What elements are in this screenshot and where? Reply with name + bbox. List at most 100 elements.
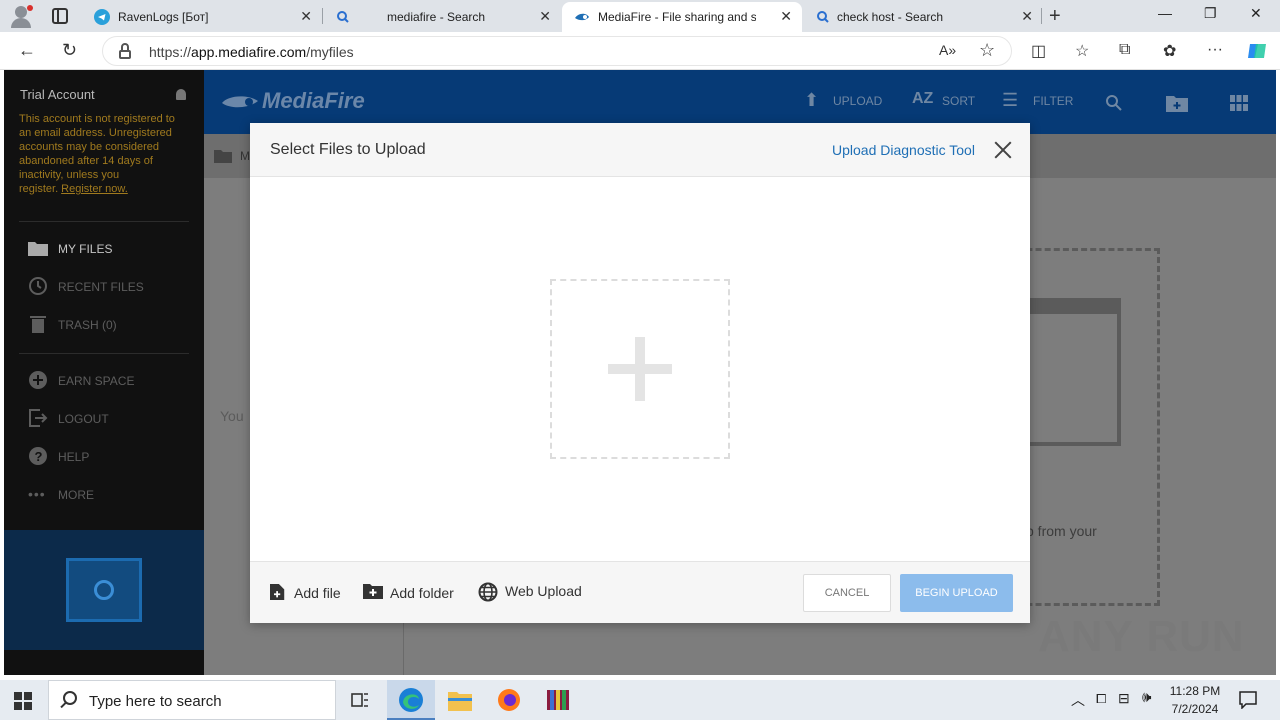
empty-state-text: You [220,408,244,424]
tab-mediafire-search[interactable]: mediafire - Search ✕ [323,2,561,32]
split-screen-icon[interactable]: ◫ [1031,41,1046,61]
network-icon[interactable]: ⊟ [1118,690,1130,707]
mediafire-icon [575,13,589,21]
clock-date[interactable]: 7/2/2024 [1166,702,1224,716]
copilot-icon[interactable] [1246,40,1268,62]
tab-mediafire-active[interactable]: MediaFire - File sharing and storage ✕ [562,2,802,32]
sort-icon[interactable]: AZ [912,90,933,108]
sidebar-item-more[interactable]: ••• MORE [28,484,198,506]
sidebar-item-recent-files[interactable]: RECENT FILES [28,276,198,298]
tab-label: MediaFire - File sharing and storage [598,10,756,24]
read-aloud-icon[interactable]: A» [939,42,956,58]
sort-button[interactable]: SORT [942,94,975,108]
globe-icon [478,582,498,602]
modal-footer: Add file Add folder Web Upload CANCEL BE… [250,561,1030,623]
browser-toolbar: ← ↻ https://app.mediafire.com/myfiles A»… [0,32,1280,70]
tab-label: check host - Search [837,10,944,24]
favorite-star-icon[interactable]: ☆ [979,40,995,61]
upload-modal: Select Files to Upload Upload Diagnostic… [250,123,1030,623]
search-icon[interactable] [1105,94,1123,112]
file-dropzone[interactable] [550,279,730,459]
help-icon: ? [28,446,48,466]
cancel-button[interactable]: CANCEL [803,574,891,612]
upload-diagnostic-link[interactable]: Upload Diagnostic Tool [832,142,975,158]
sidebar-item-earn-space[interactable]: EARN SPACE [28,370,198,392]
search-icon [817,11,829,23]
notification-bell-icon[interactable] [176,89,186,100]
search-icon [63,691,77,705]
tab-close-icon[interactable]: ✕ [539,8,551,25]
clock-icon [28,276,48,296]
mediafire-logo[interactable]: MediaFire [262,88,365,114]
add-folder-icon [363,584,383,599]
sidebar-item-help[interactable]: ? HELP [28,446,198,468]
modal-header: Select Files to Upload Upload Diagnostic… [250,123,1030,177]
tab-label: RavenLogs [Бот] [118,10,209,24]
minimize-icon[interactable]: — [1158,5,1172,21]
sidebar-item-logout[interactable]: LOGOUT [28,408,198,430]
url-text: https://app.mediafire.com/myfiles [149,44,354,60]
address-bar[interactable]: https://app.mediafire.com/myfiles A» ☆ [102,36,1012,66]
empty-folder-illustration [1026,298,1121,446]
svg-text:?: ? [35,449,43,464]
window-close-icon[interactable]: ✕ [1250,5,1262,22]
file-explorer-icon[interactable] [436,680,484,720]
collections-icon[interactable]: ⧉ [1119,41,1130,59]
profile-avatar-icon[interactable] [8,4,34,28]
mediafire-logo-icon [222,96,258,108]
plus-circle-icon [28,370,48,390]
notifications-icon[interactable] [1239,691,1257,709]
trash-icon [28,314,48,334]
add-file-icon [270,584,285,600]
taskbar-search-input[interactable]: Type here to search [48,680,336,720]
more-icon: ••• [28,486,46,502]
windows-start-icon[interactable] [14,692,32,710]
new-folder-icon[interactable] [1166,94,1188,112]
edge-taskbar-icon[interactable] [387,680,435,720]
account-title: Trial Account [20,87,95,102]
tab-check-host[interactable]: check host - Search ✕ [803,2,1043,32]
sidebar: Trial Account This account is not regist… [4,70,204,675]
filter-icon[interactable]: ☰ [1002,90,1018,111]
tray-expand-icon[interactable]: ︿ [1071,690,1085,710]
tab-close-icon[interactable]: ✕ [300,8,312,25]
tab-ravenlogs[interactable]: RavenLogs [Бот] ✕ [82,2,322,32]
logout-icon [28,408,48,428]
tab-close-icon[interactable]: ✕ [1021,8,1033,25]
anyrun-watermark: ANY RUN [1038,612,1245,661]
firefox-icon[interactable] [485,680,533,720]
sidebar-item-trash[interactable]: TRASH (0) [28,314,198,336]
storage-promo-image [4,530,204,650]
extensions-icon[interactable]: ✿ [1163,41,1176,61]
windows-taskbar: Type here to search ︿ ⧠ ⊟ 🕪 11:28 PM 7/2… [0,680,1280,720]
folder-icon [214,150,232,163]
refresh-icon[interactable]: ↻ [62,40,77,61]
task-view-icon[interactable] [336,680,384,720]
upload-icon[interactable]: ⬆ [804,90,819,111]
begin-upload-button[interactable]: BEGIN UPLOAD [900,574,1013,612]
telegram-icon [94,9,110,25]
favorites-icon[interactable]: ☆ [1075,41,1089,61]
sidebar-item-my-files[interactable]: MY FILES [28,238,198,260]
tab-actions-icon[interactable] [52,8,68,24]
upload-button[interactable]: UPLOAD [833,94,882,108]
clock-time[interactable]: 11:28 PM [1166,684,1224,698]
tray-app-icon[interactable]: ⧠ [1096,691,1106,707]
volume-icon[interactable]: 🕪 [1142,689,1151,706]
register-link[interactable]: Register now. [61,183,128,195]
filter-button[interactable]: FILTER [1033,94,1073,108]
more-menu-icon[interactable]: ··· [1207,41,1223,59]
tab-close-icon[interactable]: ✕ [780,8,792,25]
grid-view-icon[interactable] [1230,95,1248,111]
search-icon [337,11,349,23]
new-tab-icon[interactable]: + [1049,5,1061,28]
folder-icon [28,238,48,258]
winrar-icon[interactable] [534,680,582,720]
trial-warning: This account is not registered to an ema… [19,113,175,195]
browser-tab-strip: RavenLogs [Бот] ✕ mediafire - Search ✕ M… [0,0,1280,32]
lock-icon[interactable] [119,43,131,59]
back-icon[interactable]: ← [18,40,36,61]
close-icon[interactable] [994,141,1012,159]
restore-icon[interactable]: ❐ [1204,5,1217,22]
empty-state-hint: p from your [1026,523,1097,539]
